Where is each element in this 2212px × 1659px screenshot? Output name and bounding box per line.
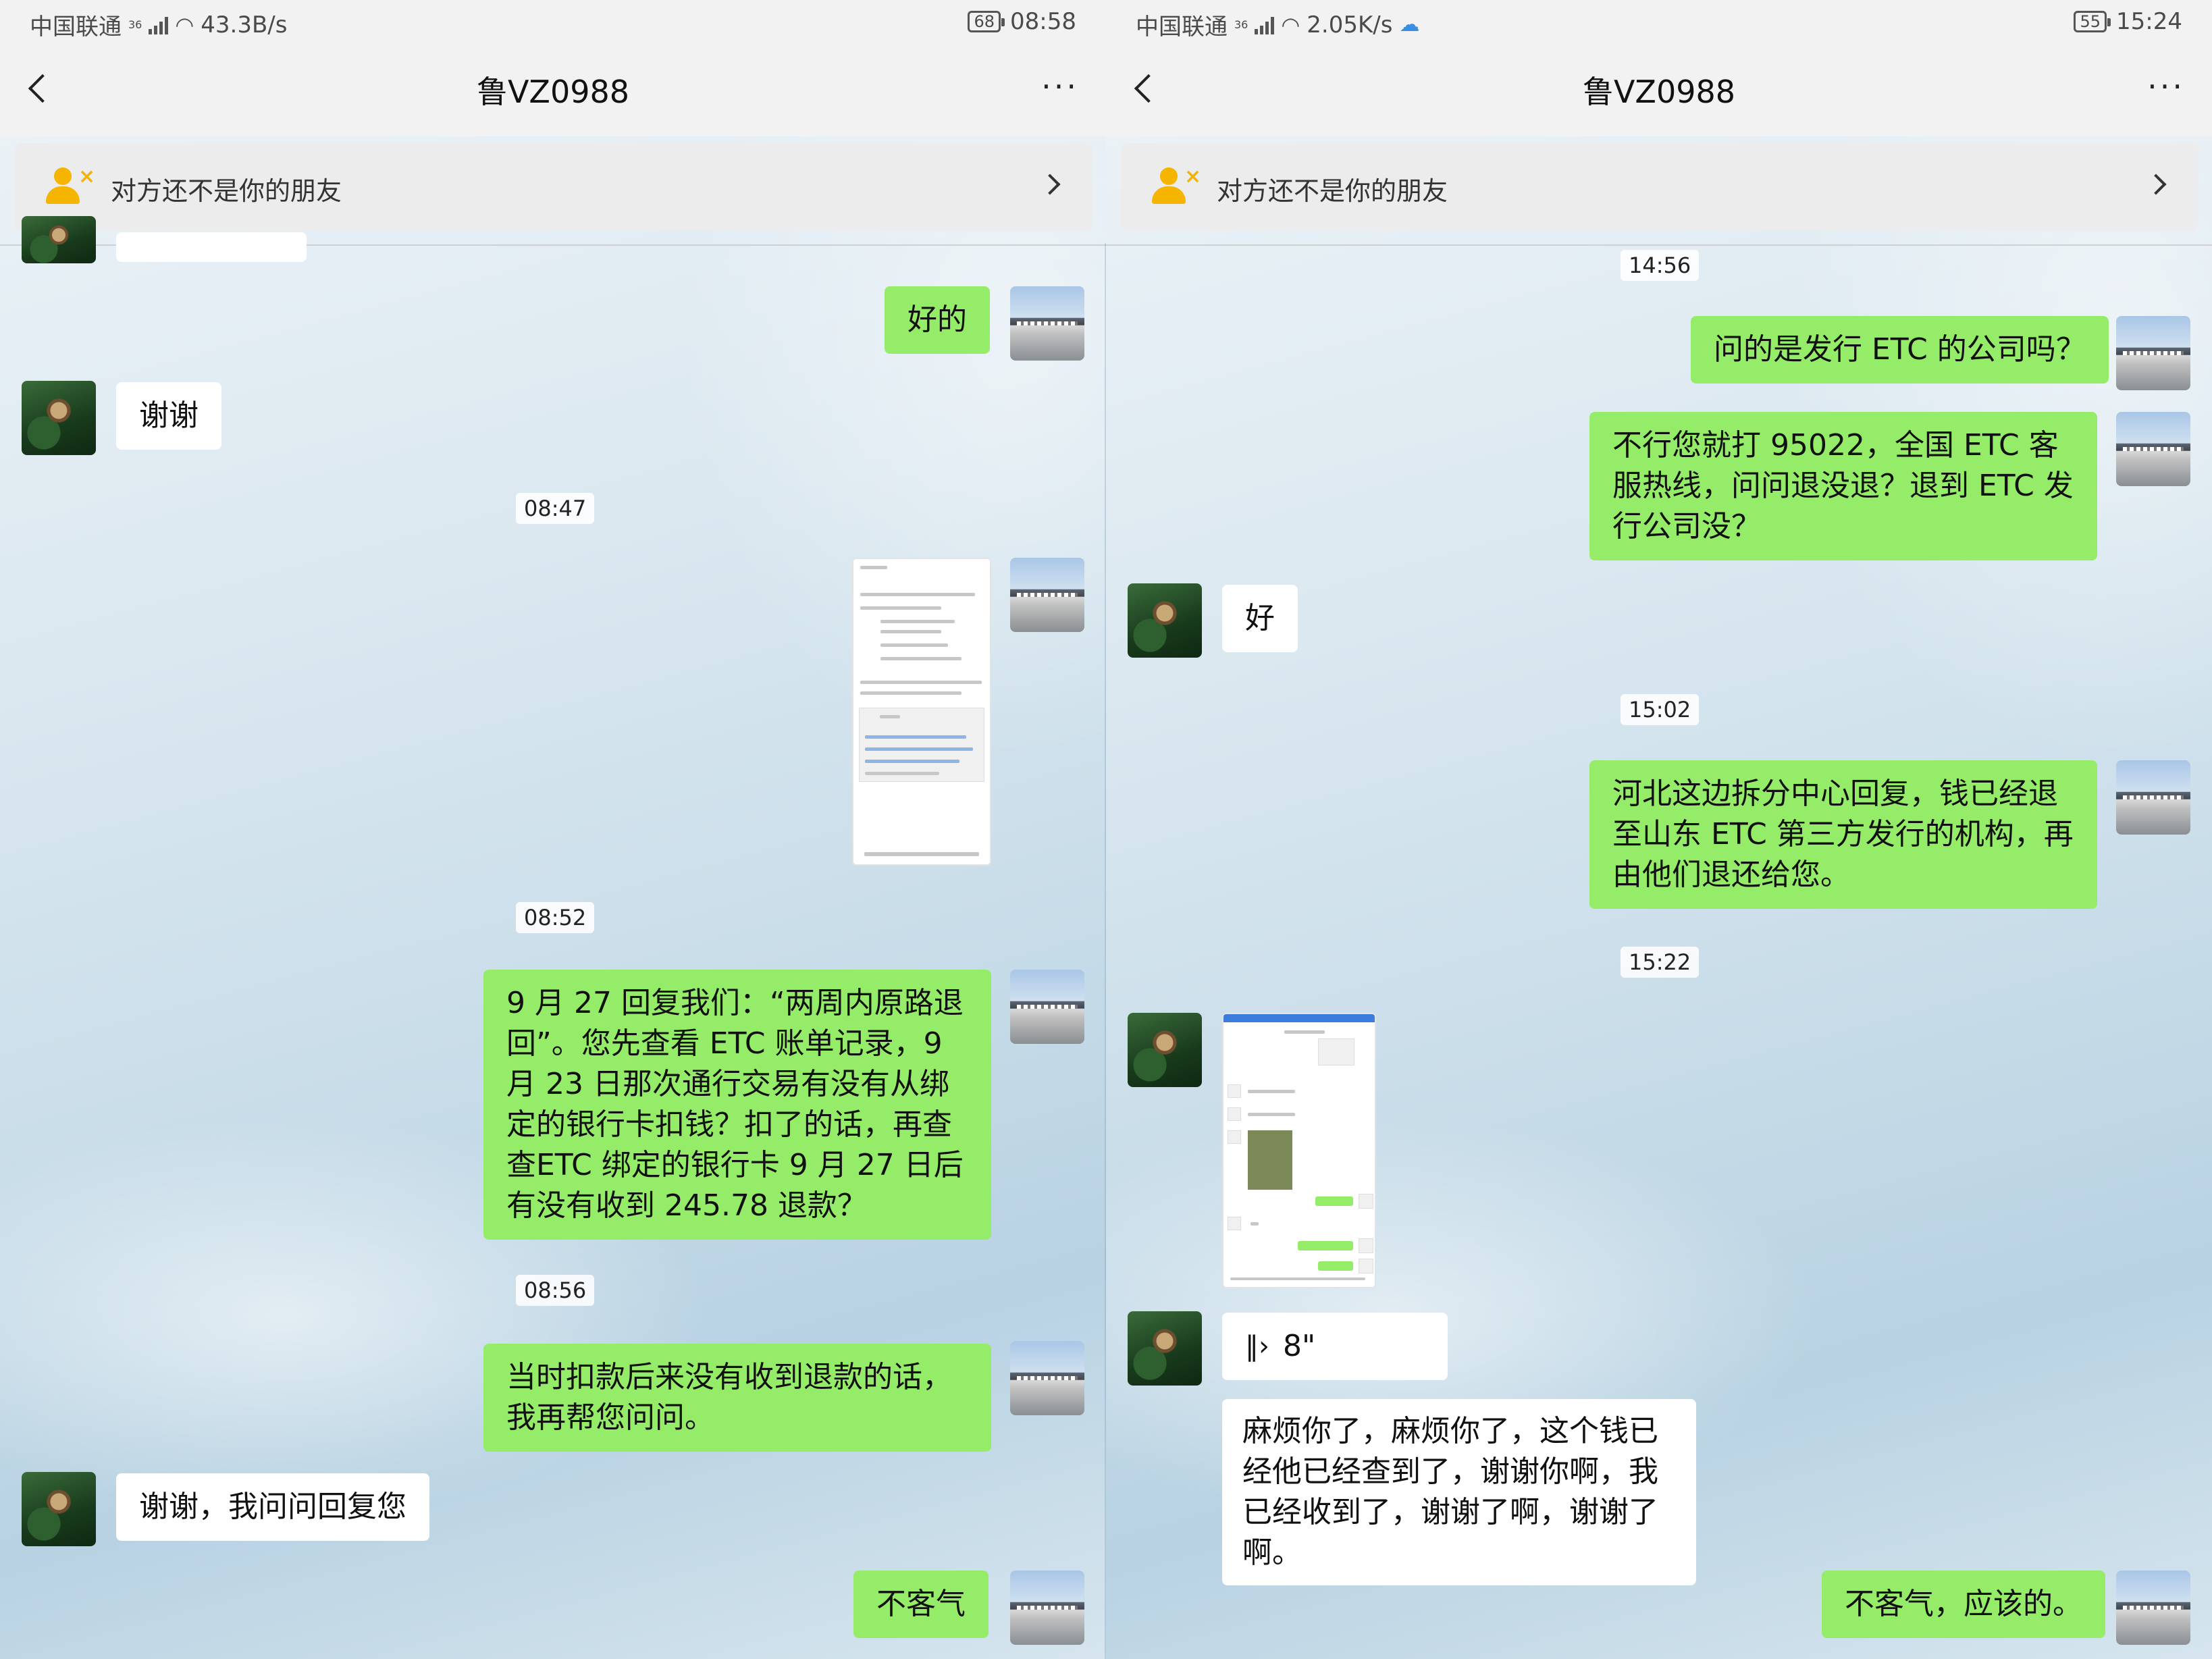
message-bubble[interactable]: 不客气，应该的。	[1822, 1571, 2105, 1638]
avatar-me[interactable]	[2116, 760, 2190, 835]
message-bubble[interactable]: 当时扣款后来没有收到退款的话，我再帮您问问。	[483, 1344, 991, 1452]
status-bar: 中国联通 36 ◠ 2.05K/s ☁ 55 15:24	[1106, 0, 2212, 49]
clock: 08:58	[1010, 8, 1076, 35]
avatar-other[interactable]	[22, 216, 96, 263]
avatar-other[interactable]	[1128, 1013, 1202, 1087]
timestamp: 15:22	[1621, 947, 1700, 978]
message-bubble[interactable]: 不行您就打 95022，全国 ETC 客服热线，问问退没退？退到 ETC 发行公…	[1589, 412, 2097, 560]
avatar-other[interactable]	[1128, 583, 1202, 658]
chat-header: 鲁VZ0988 ···	[1106, 49, 2212, 136]
timestamp: 08:56	[516, 1275, 595, 1306]
message-bubble[interactable]: 好	[1222, 585, 1298, 652]
wifi-icon: ◠	[175, 11, 194, 38]
avatar-other[interactable]	[22, 381, 96, 455]
not-friend-text: 对方还不是你的朋友	[111, 176, 342, 206]
carrier-label: 中国联通	[1136, 14, 1228, 41]
wifi-icon: ◠	[1281, 11, 1300, 38]
not-friend-text: 对方还不是你的朋友	[1217, 176, 1448, 206]
chat-title: 鲁VZ0988	[476, 74, 630, 110]
voice-duration: 8"	[1283, 1329, 1316, 1363]
timestamp: 14:56	[1621, 250, 1700, 281]
avatar-me[interactable]	[1010, 970, 1084, 1044]
timestamp: 15:02	[1621, 694, 1700, 725]
chevron-right-icon	[1039, 174, 1061, 195]
chat-header: 鲁VZ0988 ···	[0, 49, 1106, 136]
message-bubble[interactable]: 不客气	[853, 1571, 989, 1638]
message-bubble[interactable]: 谢谢	[116, 382, 221, 450]
more-options-icon[interactable]: ···	[1041, 71, 1079, 102]
carrier-label: 中国联通	[30, 14, 122, 41]
voice-transcription[interactable]: 麻烦你了，麻烦你了，这个钱已经他已经查到了，谢谢你啊，我已经收到了，谢谢了啊，谢…	[1222, 1399, 1696, 1585]
not-friend-banner[interactable]: × 对方还不是你的朋友	[1121, 143, 2198, 231]
add-contact-icon: ×	[46, 165, 95, 208]
avatar-me[interactable]	[1010, 558, 1084, 632]
message-bubble[interactable]: 河北这边拆分中心回复，钱已经退至山东 ETC 第三方发行的机构，再由他们退还给您…	[1589, 760, 2097, 909]
avatar-me[interactable]	[1010, 1571, 1084, 1645]
signal-icon	[1255, 16, 1275, 34]
add-contact-icon: ×	[1152, 165, 1201, 208]
chevron-right-icon	[2145, 174, 2167, 195]
signal-icon	[149, 16, 169, 34]
voice-message[interactable]: ‖› 8"	[1222, 1313, 1448, 1380]
message-bubble[interactable]: 问的是发行 ETC 的公司吗？	[1691, 316, 2109, 384]
voice-wave-icon: ‖›	[1245, 1331, 1269, 1362]
chat-screen-right: 中国联通 36 ◠ 2.05K/s ☁ 55 15:24 鲁VZ0988 ···…	[1106, 0, 2212, 1659]
more-options-icon[interactable]: ···	[2147, 71, 2185, 102]
message-bubble[interactable]: 好的	[885, 286, 990, 354]
status-bar: 中国联通 36 ◠ 43.3B/s 68 08:58	[0, 0, 1106, 49]
network-type: 36	[1234, 18, 1248, 31]
message-bubble[interactable]: 谢谢，我问问回复您	[116, 1473, 429, 1541]
timestamp: 08:47	[516, 493, 595, 524]
avatar-me[interactable]	[2116, 316, 2190, 390]
message-bubble-partial[interactable]	[116, 232, 307, 262]
timestamp: 08:52	[516, 902, 595, 933]
chat-screen-left: 中国联通 36 ◠ 43.3B/s 68 08:58 鲁VZ0988 ··· ×…	[0, 0, 1106, 1659]
network-type: 36	[128, 18, 142, 31]
not-friend-banner[interactable]: × 对方还不是你的朋友	[15, 143, 1092, 231]
cloud-sync-icon: ☁	[1399, 13, 1420, 36]
image-message-chat-screenshot[interactable]	[1222, 1013, 1376, 1288]
avatar-other[interactable]	[1128, 1311, 1202, 1386]
battery-icon: 68	[968, 11, 1005, 32]
avatar-me[interactable]	[2116, 412, 2190, 486]
image-message-email-screenshot[interactable]	[852, 558, 991, 866]
avatar-me[interactable]	[1010, 286, 1084, 361]
net-speed: 43.3B/s	[201, 11, 288, 38]
net-speed: 2.05K/s	[1307, 11, 1393, 38]
battery-icon: 55	[2074, 11, 2111, 32]
clock: 15:24	[2116, 8, 2182, 35]
avatar-me[interactable]	[1010, 1341, 1084, 1415]
chat-title: 鲁VZ0988	[1582, 74, 1736, 110]
message-bubble[interactable]: 9 月 27 回复我们：“两周内原路退回”。您先查看 ETC 账单记录，9 月 …	[483, 970, 991, 1240]
avatar-me[interactable]	[2116, 1571, 2190, 1645]
divider	[1106, 244, 2212, 246]
avatar-other[interactable]	[22, 1472, 96, 1546]
